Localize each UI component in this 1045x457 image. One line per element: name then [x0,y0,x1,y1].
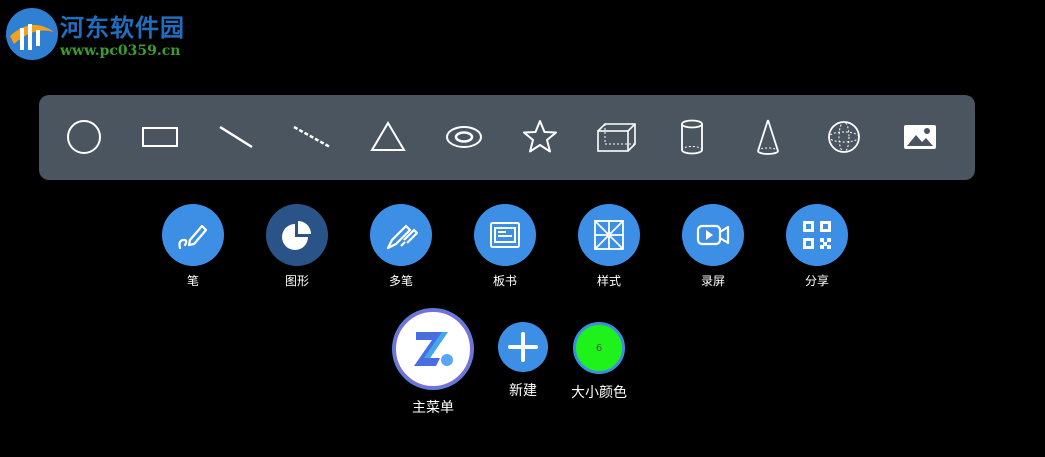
watermark-url: www.pc0359.cn [60,43,181,59]
style-grid-icon [594,220,624,250]
record-button[interactable] [682,204,744,266]
tool-multi-pen[interactable]: 多笔 [369,204,433,289]
main-menu-label: 主菜单 [412,400,454,416]
tool-style[interactable]: 样式 [577,204,641,289]
size-color-label: 大小颜色 [571,385,627,401]
app-logo-icon [414,332,453,366]
circle-icon [67,120,101,154]
cuboid-icon [597,123,636,152]
shape-image-button[interactable] [898,117,942,157]
tool-pen-label: 笔 [186,274,199,288]
cylinder-icon [681,119,703,155]
main-menu[interactable]: 主菜单 [392,309,474,417]
tool-multi-pen-label: 多笔 [388,274,413,288]
pie-chart-icon [282,221,311,250]
new-item[interactable]: 新建 [497,322,549,400]
shape-cone-button[interactable] [746,117,790,157]
rectangle-icon [142,127,178,147]
shape-circle-button[interactable] [62,117,106,157]
video-camera-icon [696,224,730,246]
image-icon [904,125,936,149]
size-color-item[interactable]: 6 大小颜色 [563,322,635,402]
blackboard-button[interactable] [474,204,536,266]
pen-icon [178,224,208,250]
shape-dashed-line-button[interactable] [290,117,334,157]
qr-code-icon [803,221,831,249]
sphere-icon [828,121,860,153]
shape-line-button[interactable] [214,117,258,157]
cone-icon [757,119,779,155]
tool-blackboard-label: 板书 [492,274,517,288]
tool-pen[interactable]: 笔 [161,204,225,289]
pen-size-value: 6 [595,342,603,354]
star-icon [523,120,557,153]
share-button[interactable] [786,204,848,266]
dashed-line-icon [293,125,331,149]
multi-pen-button[interactable] [370,204,432,266]
pen-button[interactable] [162,204,224,266]
shape-star-button[interactable] [518,117,562,157]
watermark: 河东软件园 www.pc0359.cn [0,0,220,70]
tool-blackboard[interactable]: 板书 [473,204,537,289]
multi-pen-icon [386,224,418,250]
shape-triangle-button[interactable] [366,117,410,157]
shape-button[interactable] [266,204,328,266]
line-icon [219,125,253,149]
watermark-logo-icon [6,8,58,60]
tool-record[interactable]: 录屏 [681,204,745,289]
size-color-button[interactable]: 6 [573,322,625,374]
shape-ellipse-button[interactable] [442,117,486,157]
new-button[interactable] [498,322,548,372]
ellipse-ring-icon [446,126,482,148]
shape-sphere-button[interactable] [822,117,866,157]
blackboard-icon [490,222,520,248]
watermark-title: 河东软件园 [60,13,185,42]
plus-icon [508,332,538,362]
shape-cuboid-button[interactable] [594,117,638,157]
shape-cylinder-button[interactable] [670,117,714,157]
shape-rectangle-button[interactable] [138,117,182,157]
style-button[interactable] [578,204,640,266]
main-menu-button[interactable] [393,309,473,389]
tool-share[interactable]: 分享 [785,204,849,289]
new-label: 新建 [509,383,537,399]
triangle-icon [370,121,406,151]
tool-shape[interactable]: 图形 [265,204,329,289]
tool-shape-label: 图形 [284,274,309,288]
tool-style-label: 样式 [596,274,621,288]
tool-share-label: 分享 [804,274,829,288]
shape-toolbar [39,95,975,180]
tool-record-label: 录屏 [700,274,725,288]
